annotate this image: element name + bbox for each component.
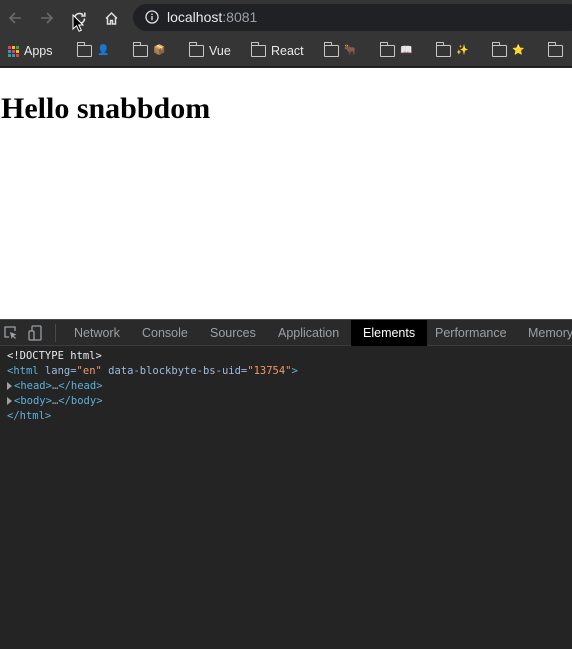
bookmark-emoji: 🐂 <box>344 45 357 56</box>
dom-html-open-line[interactable]: <html lang="en" data-blockbyte-bs-uid="1… <box>7 364 572 379</box>
home-button[interactable] <box>100 7 122 29</box>
bookmark-folder-7[interactable]: ✨ <box>435 42 469 60</box>
bookmark-emoji: 📖 <box>400 45 413 56</box>
bookmark-apps-label: Apps <box>24 44 53 58</box>
arrow-left-icon <box>8 12 21 24</box>
dom-body-close: </body> <box>58 395 103 407</box>
bookmark-emoji: ✨ <box>456 45 469 56</box>
bookmarks-bar: Apps 👤 📦 Vue React 🐂 📖 ✨ ⭐ <box>0 36 572 67</box>
dom-head-open: <head> <box>14 380 52 392</box>
arrow-right-icon <box>41 12 54 24</box>
dom-body-line[interactable]: <body>…</body> <box>7 394 572 409</box>
dom-attr-uid-name: data-blockbyte-bs-uid= <box>101 365 248 377</box>
tab-sources[interactable]: Sources <box>210 320 256 346</box>
dom-head-close: </head> <box>58 380 103 392</box>
url-port: :8081 <box>222 9 258 25</box>
bookmark-folder-1[interactable]: 👤 <box>76 42 110 60</box>
bookmark-folder-react[interactable]: React <box>250 42 304 60</box>
info-circle-icon[interactable] <box>145 10 159 24</box>
page-viewport: Hello snabbdom <box>0 68 572 319</box>
devtools-panel: Network Console Sources Application Elem… <box>0 319 572 649</box>
page-heading: Hello snabbdom <box>1 92 211 125</box>
bookmark-emoji: ⭐ <box>512 45 525 56</box>
dom-html-open-end: > <box>291 365 298 377</box>
dom-html-close-line[interactable]: </html> <box>7 409 572 424</box>
bookmark-label: React <box>271 44 304 58</box>
folder-icon <box>435 42 451 57</box>
folder-icon <box>250 42 266 57</box>
folder-icon <box>76 42 92 57</box>
devtools-tabbar: Network Console Sources Application Elem… <box>0 319 572 346</box>
back-button[interactable] <box>4 7 26 29</box>
bookmark-folder-9[interactable] <box>547 42 563 60</box>
tab-network[interactable]: Network <box>74 320 120 346</box>
home-icon <box>104 11 118 25</box>
dom-doctype-line[interactable]: <!DOCTYPE html> <box>7 349 572 364</box>
dom-body-open: <body> <box>14 395 52 407</box>
tab-performance[interactable]: Performance <box>435 320 507 346</box>
mouse-cursor-icon <box>72 14 84 32</box>
browser-toolbar: localhost:8081 <box>0 0 572 36</box>
tab-memory[interactable]: Memory <box>528 320 572 346</box>
tab-console[interactable]: Console <box>142 320 188 346</box>
folder-icon <box>132 42 148 57</box>
url-host: localhost <box>167 9 223 25</box>
bookmark-folder-5[interactable]: 🐂 <box>323 42 357 60</box>
tab-elements[interactable]: Elements <box>351 320 428 346</box>
device-toolbar-icon[interactable] <box>28 325 43 341</box>
bookmark-emoji: 📦 <box>153 45 166 56</box>
bookmark-folder-2[interactable]: 📦 <box>132 42 166 60</box>
address-bar[interactable]: localhost:8081 <box>133 4 572 31</box>
dom-html-tag: <html <box>7 365 39 377</box>
bookmark-folder-8[interactable]: ⭐ <box>491 42 525 60</box>
expand-triangle-icon[interactable] <box>7 397 12 405</box>
folder-icon <box>323 42 339 57</box>
tab-application[interactable]: Application <box>278 320 339 346</box>
apps-grid-icon <box>8 45 19 57</box>
dom-attr-lang-name: lang= <box>38 365 77 377</box>
expand-triangle-icon[interactable] <box>7 382 12 390</box>
folder-icon <box>379 42 395 57</box>
bookmark-emoji: 👤 <box>97 45 110 56</box>
url-text: localhost:8081 <box>167 9 257 25</box>
folder-icon <box>188 42 204 57</box>
bookmark-label: Vue <box>209 44 231 58</box>
bookmark-apps[interactable]: Apps <box>8 42 53 60</box>
dom-attr-uid-value: "13754" <box>247 365 292 377</box>
bookmark-folder-vue[interactable]: Vue <box>188 42 231 60</box>
folder-icon <box>547 42 563 57</box>
folder-icon <box>491 42 507 57</box>
forward-button[interactable] <box>36 7 58 29</box>
tabbar-divider <box>55 324 56 342</box>
dom-head-line[interactable]: <head>…</head> <box>7 379 572 394</box>
elements-dom-tree: <!DOCTYPE html> <html lang="en" data-blo… <box>0 347 572 424</box>
bookmark-folder-6[interactable]: 📖 <box>379 42 413 60</box>
dom-attr-lang-value: "en" <box>76 365 102 377</box>
inspect-element-icon[interactable] <box>3 325 18 340</box>
